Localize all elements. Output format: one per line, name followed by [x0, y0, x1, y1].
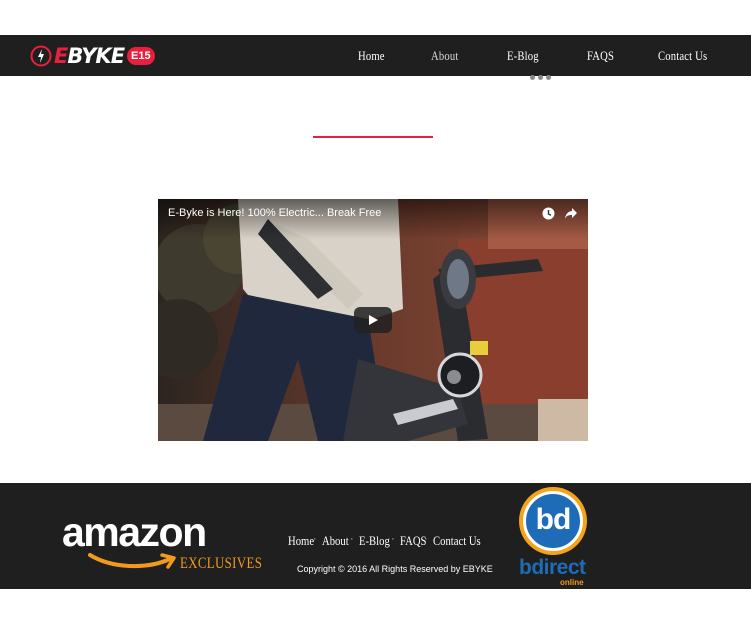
- footer-nav-separator: ·: [350, 533, 354, 545]
- footer-nav-separator: ·: [313, 533, 317, 545]
- play-icon: [369, 315, 378, 325]
- loading-dots-icon: [530, 75, 551, 80]
- copyright-text: Copyright © 2016 All Rights Reserved by …: [297, 564, 493, 574]
- bdirect-mark: bd: [523, 491, 583, 551]
- footer-nav-about[interactable]: About: [322, 533, 349, 549]
- amazon-smile-icon: [88, 553, 176, 569]
- nav-about[interactable]: About: [431, 35, 458, 76]
- footer-nav-contact-us[interactable]: Contact Us: [433, 533, 481, 549]
- video-title[interactable]: E-Byke is Here! 100% Electric... Break F…: [168, 207, 381, 219]
- nav-faqs[interactable]: FAQS: [587, 35, 614, 76]
- footer-nav-separator: ·: [391, 533, 395, 545]
- amazon-tagline: EXCLUSIVES: [180, 555, 263, 572]
- video-player[interactable]: E-Byke is Here! 100% Electric... Break F…: [158, 199, 588, 441]
- site-header: EBYKE E15 Home About E-Blog FAQS Contact…: [0, 35, 751, 76]
- amazon-exclusives-logo[interactable]: amazon EXCLUSIVES: [62, 509, 262, 576]
- footer-nav-e-blog[interactable]: E-Blog: [359, 533, 390, 549]
- amazon-wordmark: amazon: [62, 509, 207, 555]
- logo-badge: E15: [127, 47, 155, 65]
- bdirect-online-label: online: [560, 578, 584, 587]
- play-button[interactable]: [354, 307, 392, 333]
- share-icon[interactable]: [564, 207, 578, 220]
- bolt-icon: [30, 45, 52, 67]
- nav-home[interactable]: Home: [358, 35, 385, 76]
- bdirect-wordmark: bdirect: [519, 556, 586, 579]
- bdirect-logo[interactable]: bd bdirect online: [518, 487, 590, 589]
- section-divider: [313, 136, 433, 138]
- nav-e-blog[interactable]: E-Blog: [507, 35, 539, 76]
- footer-nav-faqs[interactable]: FAQS: [400, 533, 426, 549]
- footer-nav-separator: ·: [424, 533, 428, 545]
- logo-wordmark: EBYKE: [54, 44, 125, 68]
- ebyke-logo[interactable]: EBYKE E15: [30, 43, 155, 69]
- clock-icon[interactable]: [542, 207, 555, 220]
- site-footer: amazon EXCLUSIVES Home · About · E-Blog …: [0, 483, 751, 589]
- footer-nav-home[interactable]: Home: [288, 533, 314, 549]
- nav-contact-us[interactable]: Contact Us: [658, 35, 707, 76]
